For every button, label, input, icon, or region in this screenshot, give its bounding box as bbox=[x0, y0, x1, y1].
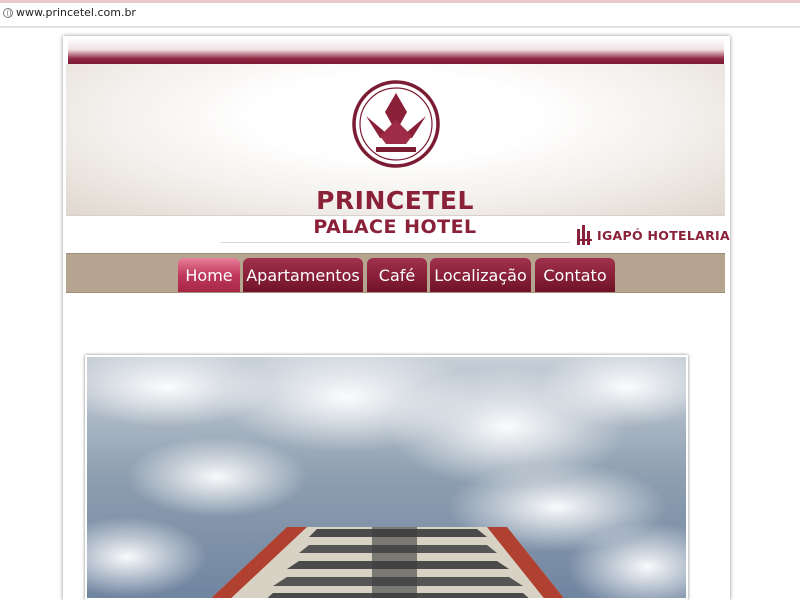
hotel-building-image bbox=[87, 357, 686, 598]
header-top-strip bbox=[68, 38, 724, 64]
url-text[interactable]: www.princetel.com.br bbox=[16, 6, 136, 19]
hotel-name-line1: PRINCETEL bbox=[316, 186, 474, 215]
hotel-photo bbox=[85, 355, 688, 600]
address-bar[interactable]: www.princetel.com.br bbox=[0, 0, 800, 28]
igapo-logo-mark bbox=[577, 225, 592, 245]
nav-tab-localizacao[interactable]: Localização bbox=[430, 258, 531, 292]
nav-tab-cafe[interactable]: Café bbox=[367, 258, 427, 292]
nav-tab-apartamentos[interactable]: Apartamentos bbox=[243, 258, 363, 292]
nav-tab-contato[interactable]: Contato bbox=[535, 258, 615, 292]
address-bar-top-line bbox=[0, 0, 800, 3]
hotel-name-line2: PALACE HOTEL bbox=[313, 216, 477, 238]
partner-name: IGAPÓ HOTELARIA bbox=[597, 227, 730, 243]
igapo-hotelaria-logo[interactable]: IGAPÓ HOTELARIA bbox=[577, 225, 730, 245]
globe-icon bbox=[3, 8, 13, 18]
crown-logo[interactable] bbox=[352, 80, 440, 168]
nav-tab-home[interactable]: Home bbox=[178, 258, 240, 292]
brand-underline bbox=[220, 242, 570, 243]
